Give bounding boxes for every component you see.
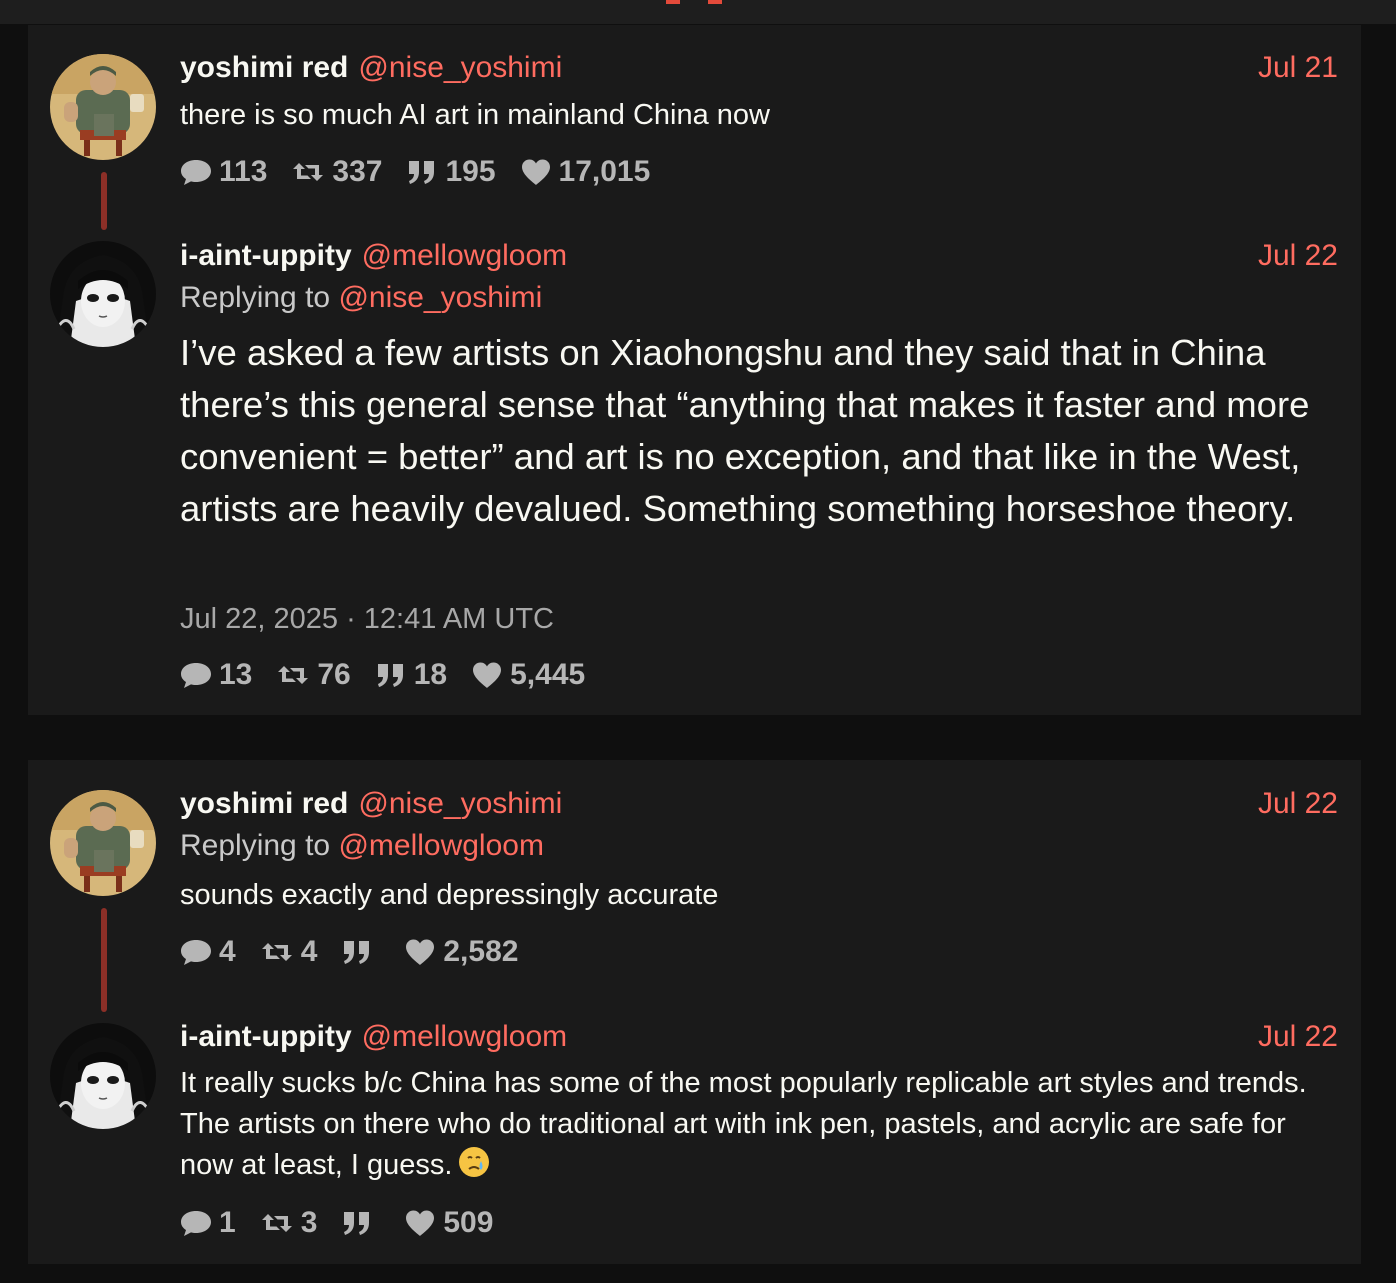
retweet-count: 337 [332, 155, 383, 188]
like-count: 5,445 [510, 658, 586, 691]
username[interactable]: @nise_yoshimi [358, 787, 562, 820]
top-nav-bar [0, 0, 1396, 24]
username[interactable]: @mellowgloom [362, 1020, 568, 1053]
tweet-header: yoshimi red @nise_yoshimi [180, 787, 562, 821]
avatar-image-mellowgloom [50, 241, 156, 347]
retweet-stat[interactable]: 337 [291, 155, 382, 189]
avatar[interactable] [50, 54, 156, 160]
retweet-icon [260, 939, 294, 965]
thread-line [101, 172, 107, 230]
like-stat[interactable]: 509 [404, 1206, 493, 1240]
quote-icon [406, 159, 438, 185]
heart-icon [520, 158, 552, 186]
main-thread-card: yoshimi red @nise_yoshimi Jul 21 there is… [28, 25, 1361, 715]
tweet-date[interactable]: Jul 22 [1258, 787, 1338, 821]
tweet-header: i-aint-uppity @mellowgloom [180, 1020, 567, 1054]
quote-count: 195 [445, 155, 496, 188]
reply-thread-card: yoshimi red @nise_yoshimi Jul 22 Replying… [28, 760, 1361, 1264]
heart-icon [471, 661, 503, 689]
fullname[interactable]: yoshimi red [180, 787, 348, 820]
like-count: 2,582 [443, 935, 519, 968]
quote-icon [341, 1210, 373, 1236]
retweet-count: 76 [317, 658, 351, 691]
quote-stat[interactable] [341, 1210, 380, 1236]
retweet-stat[interactable]: 3 [260, 1206, 318, 1240]
avatar-image-yoshimi [50, 54, 156, 160]
quote-stat[interactable] [341, 939, 380, 965]
tweet-content: It really sucks b/c China has some of th… [180, 1063, 1340, 1186]
replying-label: Replying to [180, 281, 331, 314]
replying-to: Replying to @mellowgloom [180, 829, 544, 863]
fullname[interactable]: i-aint-uppity [180, 239, 352, 272]
replying-label: Replying to [180, 829, 331, 862]
tweet-content: I’ve asked a few artists on Xiaohongshu … [180, 332, 1310, 529]
comment-icon [180, 158, 212, 186]
comment-icon [180, 1209, 212, 1237]
retweet-icon [291, 159, 325, 185]
retweet-stat[interactable]: 4 [260, 935, 318, 969]
retweet-count: 4 [300, 935, 318, 968]
comment-stat[interactable]: 1 [180, 1206, 236, 1240]
retweet-icon [260, 1210, 294, 1236]
avatar-image-yoshimi [50, 790, 156, 896]
tweet-stats: 113 337 195 17,015 [180, 155, 674, 189]
comment-count: 4 [219, 935, 236, 968]
like-stat[interactable]: 2,582 [404, 935, 518, 969]
replying-to-link[interactable]: @mellowgloom [338, 829, 544, 862]
comment-icon [180, 661, 212, 689]
avatar-image-mellowgloom [50, 1023, 156, 1129]
username[interactable]: @mellowgloom [362, 239, 568, 272]
quote-icon [375, 662, 407, 688]
avatar[interactable] [50, 241, 156, 347]
tweet-published-date[interactable]: Jul 22, 2025 · 12:41 AM UTC [180, 603, 554, 636]
quote-count: 18 [413, 658, 448, 691]
fullname[interactable]: i-aint-uppity [180, 1020, 352, 1053]
retweet-icon [276, 662, 310, 688]
retweet-stat[interactable]: 76 [276, 658, 351, 692]
like-stat[interactable]: 17,015 [520, 155, 651, 189]
comment-stat[interactable]: 13 [180, 658, 252, 692]
avatar[interactable] [50, 790, 156, 896]
tweet-stats: 4 4 2,582 [180, 935, 542, 969]
tweet-content: there is so much AI art in mainland Chin… [180, 99, 770, 131]
tweet-stats: 1 3 509 [180, 1206, 517, 1240]
comment-count: 1 [219, 1206, 236, 1239]
nav-accent-mark [708, 0, 722, 4]
comment-stat[interactable]: 113 [180, 155, 267, 189]
comment-stat[interactable]: 4 [180, 935, 236, 969]
quote-stat[interactable]: 18 [375, 658, 447, 692]
fullname[interactable]: yoshimi red [180, 51, 348, 84]
username[interactable]: @nise_yoshimi [358, 51, 562, 84]
like-count: 17,015 [558, 155, 651, 188]
thread-line [101, 908, 107, 1012]
replying-to-link[interactable]: @nise_yoshimi [338, 281, 542, 314]
comment-count: 113 [219, 155, 268, 188]
tweet-content: sounds exactly and depressingly accurate [180, 879, 719, 911]
tweet-header: yoshimi red @nise_yoshimi [180, 51, 562, 85]
comment-icon [180, 938, 212, 966]
tweet-text: It really sucks b/c China has some of th… [180, 1067, 1307, 1181]
crying-face-emoji [459, 1147, 490, 1177]
tweet-date[interactable]: Jul 22 [1258, 1020, 1338, 1054]
avatar[interactable] [50, 1023, 156, 1129]
retweet-count: 3 [300, 1206, 318, 1239]
tweet-date[interactable]: Jul 22 [1258, 239, 1338, 273]
heart-icon [404, 1209, 436, 1237]
tweet-date[interactable]: Jul 21 [1258, 51, 1338, 85]
quote-icon [341, 939, 373, 965]
tweet-stats: 13 76 18 5,445 [180, 658, 609, 692]
replying-to: Replying to @nise_yoshimi [180, 281, 542, 315]
comment-count: 13 [219, 658, 253, 691]
quote-stat[interactable]: 195 [406, 155, 496, 189]
like-count: 509 [443, 1206, 494, 1239]
nav-accent-mark [666, 0, 680, 4]
like-stat[interactable]: 5,445 [471, 658, 585, 692]
heart-icon [404, 938, 436, 966]
tweet-header: i-aint-uppity @mellowgloom [180, 239, 567, 273]
